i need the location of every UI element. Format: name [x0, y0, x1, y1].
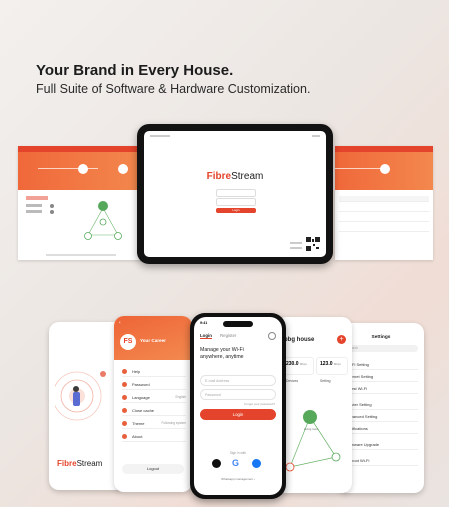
settings-item-reboot[interactable]: Reboot Wi-Fi [346, 455, 418, 466]
house-phone: bbg house + 230.0 Mbps 123.0 Mbps Device… [276, 317, 352, 493]
lock-icon [122, 381, 127, 387]
settings-item-notifications[interactable]: Notifications [346, 423, 418, 434]
tab-setting[interactable]: Setting [320, 379, 331, 383]
web-progress-band [18, 152, 142, 190]
add-device-button[interactable]: + [337, 335, 346, 344]
device-table [335, 190, 433, 260]
tab-devices[interactable]: Devices [286, 379, 298, 383]
stat-download-value: 230.0 Mbps [286, 361, 307, 367]
step-line [38, 168, 98, 169]
web-dashboard-left [18, 146, 142, 260]
tab-register[interactable]: Register [220, 333, 236, 338]
table-row [339, 216, 429, 222]
status-time: 9:41 [200, 321, 208, 325]
settings-item-wifi[interactable]: Wi-Fi Setting [346, 359, 418, 370]
node-label: Living room [304, 427, 319, 431]
settings-item-guest[interactable]: Guest Wi-Fi [346, 383, 418, 394]
table-row [339, 226, 429, 232]
profile-header: ‹ FS Your Career [114, 316, 192, 360]
google-icon[interactable]: G [232, 458, 239, 468]
palette-icon [122, 420, 127, 426]
house-title: bbg house [284, 337, 315, 343]
email-field[interactable]: E-mail Address [200, 375, 276, 386]
trash-icon [122, 407, 127, 413]
avatar[interactable]: FS [120, 334, 136, 350]
table-row [339, 206, 429, 212]
settings-icon[interactable] [268, 332, 276, 340]
stat-upload-value: 123.0 Mbps [320, 361, 341, 367]
password-field[interactable]: Password [200, 389, 276, 400]
tablet-device: FibreStream Login [137, 124, 333, 264]
marketing-banner: Your Brand in Every House. Full Suite of… [0, 0, 449, 507]
settings-item-internet[interactable]: Internet Setting [346, 371, 418, 382]
settings-item-router[interactable]: Router Setting [346, 399, 418, 410]
tablet-back[interactable] [150, 135, 170, 137]
forgot-password-link[interactable]: Forgot your password? [244, 402, 275, 406]
web-progress-band [335, 152, 433, 190]
tablet-language[interactable] [312, 135, 320, 137]
step-dot [118, 164, 128, 174]
menu-item-language[interactable]: Language English [122, 392, 186, 403]
table-row [339, 196, 429, 202]
help-icon [122, 368, 127, 374]
profile-name: Your Career [140, 338, 166, 343]
tablet-brand-logo: FibreStream [206, 171, 264, 182]
tab-login[interactable]: Login [200, 333, 212, 339]
qr-code-icon [306, 237, 320, 251]
wifi-illustration [55, 371, 106, 421]
globe-icon [122, 394, 127, 400]
step-dot [380, 164, 390, 174]
menu-item-help[interactable]: Help [122, 366, 186, 377]
mesh-map [285, 410, 341, 472]
step-line [335, 168, 385, 169]
menu-item-theme[interactable]: Theme Following system [122, 418, 186, 429]
tablet-login-button[interactable]: Login [216, 208, 256, 213]
whatsapp-link[interactable]: Whatsapp management › [194, 477, 282, 481]
login-screen: 9:41 Login Register Manage your Wi-Fi an… [194, 317, 282, 495]
login-button[interactable]: Login [200, 409, 276, 420]
hero-subtitle: Full Suite of Software & Hardware Custom… [36, 82, 311, 96]
network-topology [26, 196, 122, 256]
web-dashboard-right [335, 146, 433, 260]
profile-menu: Help Password Language English Close cach… [114, 360, 192, 460]
logout-button[interactable]: Logout [122, 464, 184, 474]
menu-item-about[interactable]: About [122, 431, 186, 442]
info-icon [122, 433, 127, 439]
tablet-account-field[interactable] [216, 189, 256, 197]
facebook-icon[interactable] [252, 459, 261, 468]
step-dot [78, 164, 88, 174]
center-phone: 9:41 Login Register Manage your Wi-Fi an… [190, 313, 286, 499]
settings-item-firmware[interactable]: Firmware Upgrade [346, 439, 418, 450]
store-badge[interactable] [290, 242, 302, 244]
menu-item-password[interactable]: Password [122, 379, 186, 390]
profile-phone: ‹ FS Your Career Help Password Language E… [114, 316, 192, 492]
splash-brand-logo: FibreStream [57, 459, 103, 468]
login-heading: Manage your Wi-Fi anywhere, anytime [200, 347, 244, 360]
tablet-password-field[interactable] [216, 198, 256, 206]
settings-search[interactable]: Search [344, 345, 418, 352]
hero-title: Your Brand in Every House. [36, 62, 234, 79]
settings-item-advanced[interactable]: Advanced Setting [346, 411, 418, 422]
back-icon[interactable]: ‹ [119, 320, 121, 326]
stat-card-upload: 123.0 Mbps [316, 357, 348, 375]
stat-card-download: 230.0 Mbps [282, 357, 314, 375]
menu-item-cache[interactable]: Close cache [122, 405, 186, 416]
store-badge[interactable] [290, 247, 302, 249]
phone-notch [223, 321, 253, 327]
tablet-login-screen: FibreStream Login [144, 131, 326, 257]
apple-icon[interactable] [212, 459, 221, 468]
sign-in-with-label: Sign in with [229, 451, 247, 455]
